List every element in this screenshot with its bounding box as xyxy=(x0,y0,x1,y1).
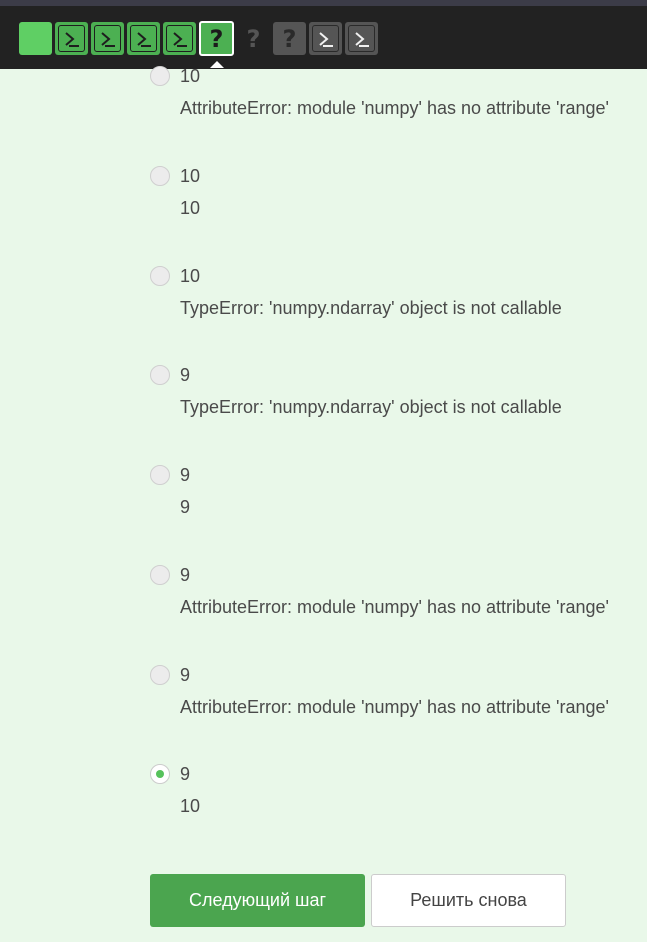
option-line-2: TypeError: 'numpy.ndarray' object is not… xyxy=(180,397,562,417)
option-line-1: 10 xyxy=(180,166,201,186)
step-8-quiz[interactable]: ? xyxy=(273,22,306,55)
option-line-1: 9 xyxy=(180,365,191,385)
terminal-icon xyxy=(94,25,121,52)
solve-again-button[interactable]: Решить снова xyxy=(371,874,566,927)
option-line-2: TypeError: 'numpy.ndarray' object is not… xyxy=(180,298,562,318)
radio-button-checked[interactable] xyxy=(150,764,170,784)
option-line-2: 9 xyxy=(180,497,191,517)
question-mark-icon: ? xyxy=(282,24,297,53)
step-5-code[interactable] xyxy=(163,22,196,55)
option-line-1: 10 xyxy=(180,66,201,86)
terminal-icon xyxy=(166,25,193,52)
terminal-icon xyxy=(312,25,339,52)
terminal-icon xyxy=(348,25,375,52)
terminal-icon xyxy=(58,25,85,52)
radio-button[interactable] xyxy=(150,66,170,86)
radio-button[interactable] xyxy=(150,665,170,685)
option-line-2: AttributeError: module 'numpy' has no at… xyxy=(180,697,609,717)
question-mark-icon: ? xyxy=(246,24,261,53)
option-line-2: AttributeError: module 'numpy' has no at… xyxy=(180,98,609,118)
option-line-1: 9 xyxy=(180,764,191,784)
step-4-code[interactable] xyxy=(127,22,160,55)
radio-button[interactable] xyxy=(150,465,170,485)
step-3-code[interactable] xyxy=(91,22,124,55)
option-line-1: 9 xyxy=(180,465,191,485)
radio-button[interactable] xyxy=(150,266,170,286)
question-mark-icon: ? xyxy=(209,24,224,53)
radio-button[interactable] xyxy=(150,565,170,585)
step-6-quiz-current[interactable]: ? xyxy=(199,21,234,68)
radio-button[interactable] xyxy=(150,365,170,385)
option-line-2: 10 xyxy=(180,198,201,218)
step-10-code[interactable] xyxy=(345,22,378,55)
terminal-icon xyxy=(130,25,157,52)
option-line-1: 9 xyxy=(180,565,191,585)
step-1-text[interactable] xyxy=(19,22,52,55)
option-line-2: AttributeError: module 'numpy' has no at… xyxy=(180,597,609,617)
option-line-1: 10 xyxy=(180,266,201,286)
next-step-button[interactable]: Следующий шаг xyxy=(150,874,365,927)
step-2-code[interactable] xyxy=(55,22,88,55)
option-line-1: 9 xyxy=(180,665,191,685)
option-line-2: 10 xyxy=(180,796,201,816)
step-navigation-bar: ? ? ? xyxy=(0,6,647,69)
step-9-code[interactable] xyxy=(309,22,342,55)
step-7-quiz[interactable]: ? xyxy=(237,22,270,55)
radio-button[interactable] xyxy=(150,166,170,186)
